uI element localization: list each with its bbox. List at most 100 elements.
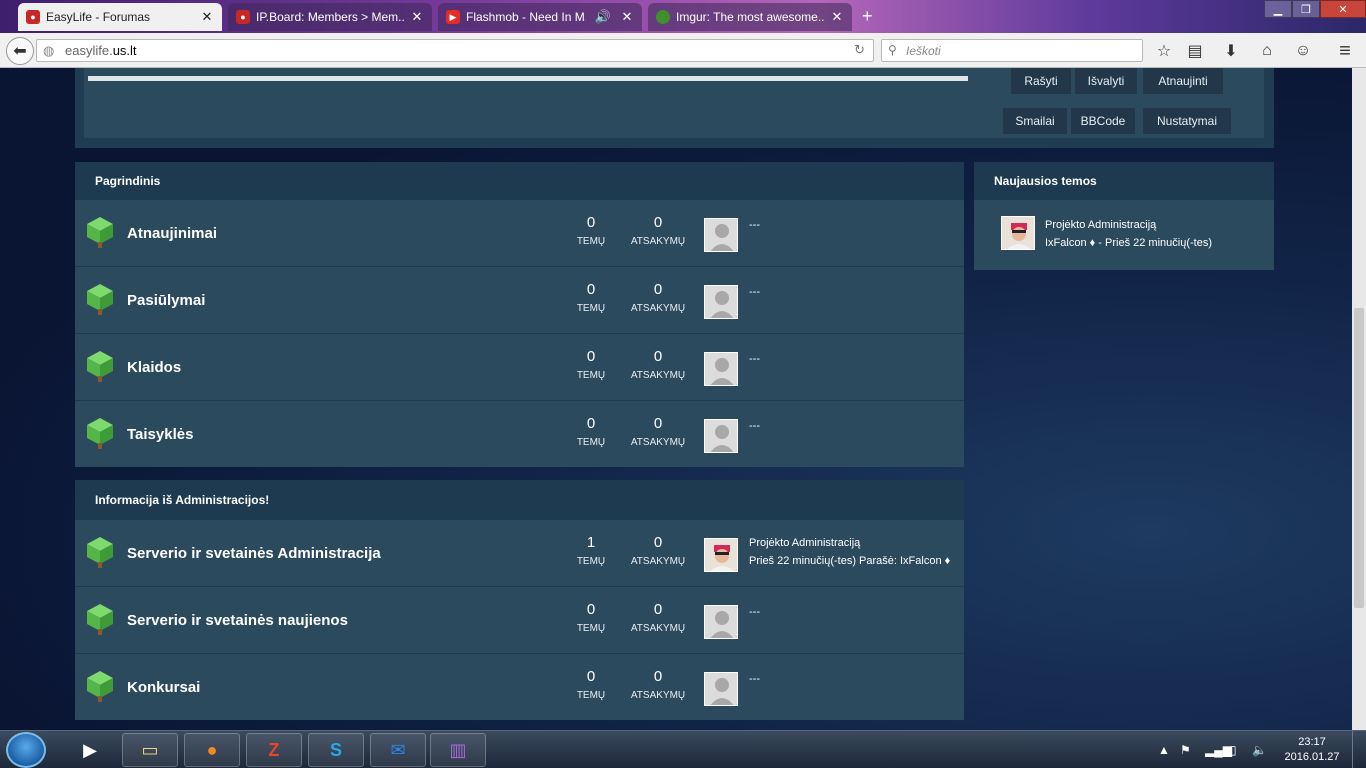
volume-icon[interactable]: 🔈 xyxy=(1252,731,1267,768)
scrollbar-thumb[interactable] xyxy=(1354,308,1364,608)
close-tab-icon[interactable]: ✕ xyxy=(410,9,424,25)
window-controls: ▁ ❐ ✕ xyxy=(1264,0,1366,18)
cube-icon xyxy=(87,604,113,635)
latest-topics-panel: Naujausios temos Projėkto Administraciją… xyxy=(974,162,1274,270)
forum-row: Konkursai 0 TEMŲ 0 ATSAKYMŲ --- xyxy=(75,654,964,721)
smiley-icon[interactable]: ☺ xyxy=(1291,39,1315,63)
topics-stat: 0 TEMŲ xyxy=(576,668,606,701)
forum-name[interactable]: Serverio ir svetainės naujienos xyxy=(127,612,348,629)
latest-topic-meta: IxFalcon ♦ - Prieš 22 minučių(-tes) xyxy=(1045,237,1212,249)
flag-icon[interactable]: ⚑ xyxy=(1180,731,1191,768)
avatar-placeholder-icon xyxy=(704,352,738,386)
forum-name[interactable]: Taisyklės xyxy=(127,426,193,443)
media-player-icon[interactable]: ▶ xyxy=(62,733,118,767)
file-explorer-icon[interactable]: ▭ xyxy=(122,733,178,767)
bbcode-button[interactable]: BBCode xyxy=(1071,108,1135,134)
cube-icon xyxy=(87,418,113,449)
firefox-icon[interactable]: ● xyxy=(184,733,240,767)
imgur-icon xyxy=(656,10,670,24)
network-icon[interactable]: ▂▄▆ xyxy=(1205,731,1232,768)
settings-button[interactable]: Nustatymai xyxy=(1143,108,1231,134)
last-post: --- xyxy=(749,353,760,365)
smileys-button[interactable]: Smailai xyxy=(1003,108,1067,134)
reading-list-icon[interactable]: ▤ xyxy=(1183,39,1207,63)
editor-box: Rašyti Išvalyti Atnaujinti Smailai BBCod… xyxy=(75,68,1274,148)
close-tab-icon[interactable]: ✕ xyxy=(830,9,844,25)
user-avatar[interactable] xyxy=(704,538,738,572)
maximize-button[interactable]: ❐ xyxy=(1292,0,1320,18)
filezilla-icon[interactable]: Z xyxy=(246,733,302,767)
clear-button[interactable]: Išvalyti xyxy=(1075,68,1137,94)
category-pagrindinis: Pagrindinis Atnaujinimai 0 TEMŲ 0 ATSAKYMŲ… xyxy=(75,162,964,467)
tab-flashmob[interactable]: ▶ Flashmob - Need In M... 🔊 ✕ xyxy=(438,3,642,31)
winrar-icon[interactable]: ▥ xyxy=(430,733,486,767)
tray-expand-icon[interactable]: ▲ xyxy=(1158,731,1170,768)
last-post: --- xyxy=(749,606,760,618)
url-bar[interactable]: ◍ easylife. us.lt ↻ xyxy=(36,39,874,62)
tab-easylife[interactable]: ● EasyLife - Forumas ✕ xyxy=(18,3,222,31)
browser-titlebar: ● EasyLife - Forumas ✕ ● IP.Board: Membe… xyxy=(0,0,1366,33)
close-window-button[interactable]: ✕ xyxy=(1320,0,1366,18)
minimize-button[interactable]: ▁ xyxy=(1264,0,1292,18)
url-prefix: easylife. xyxy=(65,43,113,58)
last-post: Projėkto Administraciją Prieš 22 minučių… xyxy=(749,534,950,570)
tab-imgur[interactable]: Imgur: The most awesome... ✕ xyxy=(648,3,852,31)
skype-icon[interactable]: S xyxy=(308,733,364,767)
search-placeholder: Ieškoti xyxy=(906,43,941,58)
speaker-icon[interactable]: 🔊 xyxy=(592,9,614,25)
browser-navbar: ⬅ ◍ easylife. us.lt ↻ ⚲ Ieškoti ☆ ▤ ⬇ ⌂ ☺… xyxy=(0,33,1366,68)
last-post-meta: Prieš 22 minučių(-tes) Parašė: IxFalcon … xyxy=(749,555,951,567)
url-domain: us.lt xyxy=(112,43,137,58)
latest-topic-item: Projėkto Administraciją IxFalcon ♦ - Pri… xyxy=(974,200,1274,268)
avatar-placeholder-icon xyxy=(704,672,738,706)
latest-topic-text: Projėkto Administraciją IxFalcon ♦ - Pri… xyxy=(1045,216,1212,252)
bookmark-star-icon[interactable]: ☆ xyxy=(1152,39,1176,63)
replies-stat: 0 ATSAKYMŲ xyxy=(630,348,686,381)
menu-icon[interactable]: ≡ xyxy=(1333,39,1357,63)
topics-stat: 0 TEMŲ xyxy=(576,415,606,448)
close-tab-icon[interactable]: ✕ xyxy=(200,9,214,25)
replies-stat: 0 ATSAKYMŲ xyxy=(630,534,686,567)
forum-name[interactable]: Pasiūlymai xyxy=(127,292,205,309)
last-post-title[interactable]: Projėkto Administraciją xyxy=(749,534,950,552)
download-icon[interactable]: ⬇ xyxy=(1219,39,1243,63)
cube-icon xyxy=(87,671,113,702)
show-desktop-button[interactable] xyxy=(1352,731,1366,768)
device-icon[interactable]: ▯ xyxy=(1230,731,1237,768)
replies-stat: 0 ATSAKYMŲ xyxy=(630,601,686,634)
new-tab-button[interactable]: + xyxy=(862,6,873,27)
tab-ipboard[interactable]: ● IP.Board: Members > Mem... ✕ xyxy=(228,3,432,31)
editor-textarea[interactable] xyxy=(88,76,968,81)
close-tab-icon[interactable]: ✕ xyxy=(620,9,634,25)
home-icon[interactable]: ⌂ xyxy=(1255,39,1279,63)
replies-stat: 0 ATSAKYMŲ xyxy=(630,281,686,314)
category-title: Informacija iš Administracijos! xyxy=(75,480,964,520)
back-button[interactable]: ⬅ xyxy=(6,37,34,65)
page-scrollbar[interactable] xyxy=(1352,68,1366,730)
write-button[interactable]: Rašyti xyxy=(1011,68,1071,94)
forum-list: Serverio ir svetainės Administracija 1 TE… xyxy=(75,520,964,721)
windows-taskbar: ▶ ▭ ● Z S ✉ ▥ ▲ ⚑ ▂▄▆ ▯ 🔈 23:17 2016.01.… xyxy=(0,730,1366,768)
reload-icon[interactable]: ↻ xyxy=(854,42,865,58)
clock-time: 23:17 xyxy=(1298,736,1326,748)
search-input[interactable]: ⚲ Ieškoti xyxy=(881,39,1143,62)
forum-row: Taisyklės 0 TEMŲ 0 ATSAKYMŲ --- xyxy=(75,401,964,468)
cube-icon xyxy=(87,351,113,382)
taskbar-clock[interactable]: 23:17 2016.01.27 xyxy=(1282,735,1342,765)
avatar-placeholder-icon xyxy=(704,285,738,319)
forum-name[interactable]: Klaidos xyxy=(127,359,181,376)
cube-icon xyxy=(87,217,113,248)
forum-row: Pasiūlymai 0 TEMŲ 0 ATSAKYMŲ --- xyxy=(75,267,964,334)
latest-topic-title[interactable]: Projėkto Administraciją xyxy=(1045,216,1212,234)
refresh-button[interactable]: Atnaujinti xyxy=(1143,68,1223,94)
avatar-placeholder-icon xyxy=(704,605,738,639)
forum-row: Atnaujinimai 0 TEMŲ 0 ATSAKYMŲ --- xyxy=(75,200,964,267)
user-avatar[interactable] xyxy=(1001,216,1035,250)
replies-stat: 0 ATSAKYMŲ xyxy=(630,415,686,448)
forum-name[interactable]: Atnaujinimai xyxy=(127,225,217,242)
forum-name[interactable]: Serverio ir svetainės Administracija xyxy=(127,545,381,562)
start-button[interactable] xyxy=(6,732,46,768)
back-arrow-icon: ⬅ xyxy=(13,43,27,60)
messenger-icon[interactable]: ✉ xyxy=(370,733,426,767)
forum-name[interactable]: Konkursai xyxy=(127,679,200,696)
